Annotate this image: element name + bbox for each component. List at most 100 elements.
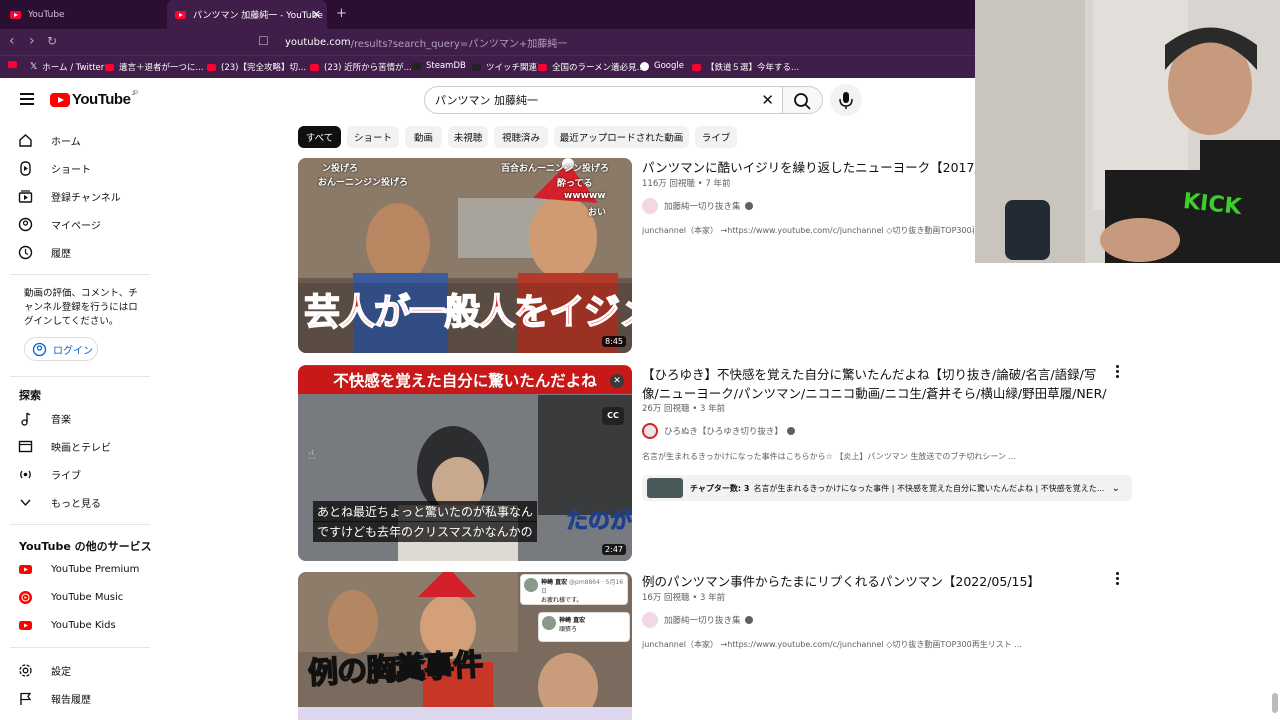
- video-title[interactable]: 例のパンツマン事件からたまにリプくれるパンツマン【2022/05/15】: [642, 572, 1112, 591]
- thumbnail-caption: 芸人が一般人をイジメ: [303, 291, 632, 334]
- bookmark-folder[interactable]: ツイッチ関連: [472, 61, 537, 73]
- sidebar-label: YouTube Premium: [51, 563, 140, 575]
- sidebar-item-show-more[interactable]: もっと見る: [18, 492, 101, 512]
- subtitle-overlay: たのが: [566, 509, 633, 535]
- chapters-row[interactable]: チャプター数: 3 名言が生まれるきっかけになった事件 | 不快感を覚えた自分に…: [642, 475, 1132, 501]
- bookmark-item[interactable]: (23) 近所から苦情が...: [310, 61, 412, 73]
- channel-link[interactable]: 加藤純一切り抜き集: [642, 612, 753, 628]
- chip-live[interactable]: ライブ: [695, 126, 737, 148]
- forward-icon[interactable]: ›: [29, 33, 35, 49]
- video-thumbnail[interactable]: 芸人が一般人をイジメ ン投げろ おんーニンジン投げろ 百合おんーニンジン投げろ …: [298, 158, 632, 353]
- chevron-down-icon[interactable]: ⌄: [1112, 483, 1120, 494]
- google-icon: [640, 61, 649, 71]
- scrollbar[interactable]: [1270, 263, 1280, 720]
- chip-watched[interactable]: 視聴済み: [494, 126, 548, 148]
- youtube-premium-icon: [18, 562, 33, 577]
- new-tab-button[interactable]: +: [336, 6, 347, 21]
- scrollbar-thumb[interactable]: [1272, 693, 1278, 713]
- video-duration: 8:45: [602, 336, 626, 347]
- close-preview-icon[interactable]: ✕: [610, 374, 624, 388]
- bookmark-label: (23)【完全攻略】切...: [221, 63, 307, 73]
- history-icon: [18, 245, 33, 260]
- sidebar-label: 映画とテレビ: [51, 442, 111, 454]
- screen: YouTube パンツマン 加藤純一 - YouTube ✕ + ‹ › ↻ ☐…: [0, 0, 1280, 720]
- subscriptions-icon: [18, 189, 33, 204]
- video-title[interactable]: 【ひろゆき】不快感を覚えた自分に驚いたんだよね【切り抜き/論破/名言/語録/写像…: [642, 365, 1112, 403]
- bookmark-youtube[interactable]: [8, 61, 22, 68]
- webcam-image: [975, 0, 1280, 263]
- upload-age: 7 年前: [705, 179, 731, 189]
- chip-shorts[interactable]: ショート: [347, 126, 399, 148]
- sidebar-item-youtube-music[interactable]: YouTube Music: [18, 587, 123, 607]
- channel-link[interactable]: ひろぬき【ひろゆき切り抜き】: [642, 423, 795, 439]
- sidebar-label: 報告履歴: [51, 694, 91, 706]
- view-count: 16万 回視聴: [642, 593, 690, 603]
- sidebar-item-report-history[interactable]: 報告履歴: [18, 688, 91, 708]
- video-description: 名言が生まれるきっかけになった事件はこちらから☆ 【炎上】パンツマン 生放送での…: [642, 452, 1017, 461]
- sidebar-item-history[interactable]: 履歴: [18, 242, 71, 262]
- thumbnail-caption: 例の胸糞事件: [307, 647, 484, 693]
- sidebar-label: ショート: [51, 164, 91, 176]
- browser-tab-active[interactable]: パンツマン 加藤純一 - YouTube ✕: [167, 0, 327, 29]
- chip-recently-uploaded[interactable]: 最近アップロードされた動画: [554, 126, 689, 148]
- video-thumbnail[interactable]: 神崎 直宏 @pm8864 · 5月16日 お疲れ様です。 神崎 直宏 頑張ろ …: [298, 572, 632, 720]
- sidebar-item-settings[interactable]: 設定: [18, 660, 71, 680]
- bookmark-item[interactable]: 遺言＋退者が一つに...: [105, 61, 204, 73]
- sidebar-item-youtube-premium[interactable]: YouTube Premium: [18, 559, 139, 579]
- more-actions-icon[interactable]: [1116, 572, 1120, 587]
- sidebar-item-subscriptions[interactable]: 登録チャンネル: [18, 186, 121, 206]
- avatar: [542, 616, 556, 630]
- address-bar[interactable]: youtube.com/results?search_query=パンツマン+加…: [285, 33, 965, 51]
- sidebar-item-music[interactable]: 音楽: [18, 408, 71, 428]
- voice-search-button[interactable]: [830, 84, 862, 116]
- tab-title: YouTube: [28, 9, 65, 20]
- sidebar-label: ライブ: [51, 470, 81, 482]
- close-tab-icon[interactable]: ✕: [312, 8, 321, 21]
- channel-link[interactable]: 加藤純一切り抜き集: [642, 198, 753, 214]
- subtitle-line: あとね最近ちょっと驚いたのが私事なん: [313, 501, 538, 522]
- bookmark-google[interactable]: Google: [640, 61, 684, 71]
- login-button[interactable]: ログイン: [24, 337, 98, 361]
- youtube-icon: [310, 63, 319, 71]
- clear-search-icon[interactable]: ✕: [761, 91, 774, 109]
- sidebar-item-home[interactable]: ホーム: [18, 130, 81, 150]
- chip-unwatched[interactable]: 未視聴: [448, 126, 488, 148]
- youtube-logo[interactable]: YouTube JP: [50, 90, 138, 108]
- logo-region: JP: [131, 90, 138, 97]
- sidebar-item-you[interactable]: マイページ: [18, 214, 101, 234]
- search-button[interactable]: [783, 86, 823, 114]
- upload-age: 3 年前: [699, 593, 726, 603]
- sidebar-item-youtube-kids[interactable]: YouTube Kids: [18, 615, 116, 635]
- youtube-favicon-icon: [10, 10, 21, 19]
- browser-tab-youtube[interactable]: YouTube: [10, 0, 160, 29]
- sidebar-label: YouTube Music: [51, 591, 124, 603]
- search-input[interactable]: パンツマン 加藤純一 ✕: [424, 86, 783, 114]
- thumbnail-tag: wwwww: [564, 191, 606, 201]
- bookmark-twitter[interactable]: 𝕏 ホーム / Twitter: [30, 61, 104, 73]
- bookmark-item[interactable]: (23)【完全攻略】切...: [207, 61, 306, 73]
- account-icon: [18, 217, 33, 232]
- menu-icon[interactable]: [20, 93, 34, 105]
- bookmark-label: ツイッチ関連: [486, 63, 538, 73]
- chip-videos[interactable]: 動画: [405, 126, 442, 148]
- reload-icon[interactable]: ↻: [47, 34, 57, 48]
- verified-icon: [786, 427, 795, 435]
- back-icon[interactable]: ‹: [9, 33, 15, 49]
- tweet-card: 神崎 直宏 @pm8864 · 5月16日 お疲れ様です。: [520, 574, 628, 605]
- bookmark-item[interactable]: 全国のラーメン遺必見...: [538, 61, 645, 73]
- sidebar-item-live[interactable]: ライブ: [18, 464, 81, 484]
- upload-age: 3 年前: [699, 404, 726, 414]
- captions-button[interactable]: CC: [602, 407, 624, 425]
- view-count: 116万 回視聴: [642, 179, 695, 189]
- bookmark-label: 遺言＋退者が一つに...: [119, 63, 204, 73]
- sidebar-item-movies[interactable]: 映画とテレビ: [18, 436, 111, 456]
- x-icon: 𝕏: [30, 62, 38, 72]
- search-icon: [794, 93, 811, 110]
- video-thumbnail[interactable]: 不快感を覚えた自分に驚いたんだよね ✕ CC たのが あとね最近ちょっと驚いたの…: [298, 365, 632, 561]
- bookmark-item[interactable]: 【鉄道５選】今年する...: [692, 61, 799, 73]
- sidebar-item-shorts[interactable]: ショート: [18, 158, 91, 178]
- more-actions-icon[interactable]: [1116, 365, 1120, 380]
- chip-all[interactable]: すべて: [298, 126, 341, 148]
- bookmark-star-icon[interactable]: ☐: [258, 34, 269, 48]
- bookmark-steamdb[interactable]: SteamDB: [412, 61, 466, 71]
